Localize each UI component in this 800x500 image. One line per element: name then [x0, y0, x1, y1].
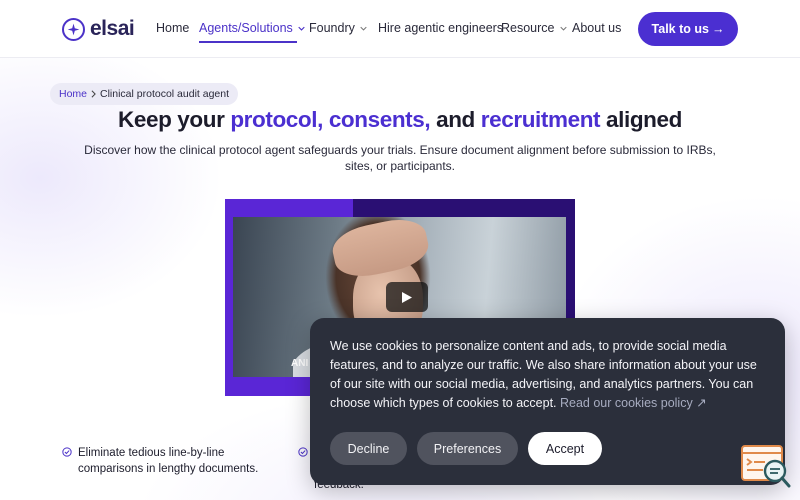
chevron-down-icon — [360, 26, 367, 31]
title-part: and — [430, 107, 481, 132]
feature-bullet-text: Eliminate tedious line-by-line compariso… — [78, 447, 259, 475]
video-caption: ANI — [291, 358, 309, 369]
cookie-policy-link[interactable]: Read our cookies policy ↗ — [560, 396, 707, 410]
talk-to-us-button[interactable]: Talk to us → — [638, 12, 738, 46]
nav-home[interactable]: Home — [156, 21, 189, 35]
logo[interactable]: elsai — [62, 16, 135, 42]
breadcrumb: Home Clinical protocol audit agent — [50, 83, 239, 105]
title-highlight-consents: consents, — [328, 107, 431, 132]
nav-agents-label: Agents/Solutions — [199, 21, 293, 35]
nav-about-label: About us — [572, 21, 622, 35]
decline-button[interactable]: Decline — [330, 432, 407, 465]
logo-text: elsai — [90, 17, 135, 40]
play-button[interactable] — [386, 282, 428, 312]
nav-about-us[interactable]: About us — [572, 21, 621, 35]
chat-search-icon — [741, 445, 791, 488]
title-part: aligned — [600, 107, 682, 132]
chat-widget-button[interactable] — [741, 444, 791, 490]
page-title: Keep your protocol, consents, and recrui… — [0, 107, 800, 133]
nav-hire-label: Hire agentic engineers — [378, 21, 504, 35]
nav-agents-solutions[interactable]: Agents/Solutions — [199, 21, 305, 35]
accept-button[interactable]: Accept — [528, 432, 602, 465]
nav-resource[interactable]: Resource — [501, 21, 567, 35]
check-circle-icon — [62, 447, 72, 457]
talk-to-us-label: Talk to us — [651, 22, 709, 36]
title-part: Keep your — [118, 107, 231, 132]
chevron-right-icon — [91, 90, 96, 98]
nav-foundry-label: Foundry — [309, 21, 355, 35]
breadcrumb-current: Clinical protocol audit agent — [100, 88, 230, 100]
nav-foundry[interactable]: Foundry — [309, 21, 367, 35]
site-header: elsai Home Agents/Solutions Foundry Hire… — [0, 0, 800, 58]
nav-resource-label: Resource — [501, 21, 555, 35]
arrow-right-icon: → — [711, 22, 725, 36]
preferences-button[interactable]: Preferences — [417, 432, 518, 465]
chevron-down-icon — [559, 26, 567, 31]
title-highlight-recruitment: recruitment — [480, 107, 601, 132]
feature-bullet: Eliminate tedious line-by-line compariso… — [62, 445, 272, 477]
chevron-down-icon — [298, 26, 305, 31]
nav-home-label: Home — [156, 21, 190, 35]
nav-hire-agentic-engineers[interactable]: Hire agentic engineers — [378, 21, 503, 35]
cookie-text: We use cookies to personalize content an… — [330, 337, 770, 413]
title-highlight-protocol: protocol, — [230, 107, 323, 132]
play-icon — [402, 291, 412, 303]
page-subtitle: Discover how the clinical protocol agent… — [84, 143, 716, 173]
check-circle-icon — [298, 447, 308, 457]
cookie-banner: We use cookies to personalize content an… — [310, 318, 785, 485]
breadcrumb-home[interactable]: Home — [59, 88, 87, 100]
active-nav-underline — [199, 41, 297, 43]
sparkle-logo-icon — [62, 17, 85, 41]
